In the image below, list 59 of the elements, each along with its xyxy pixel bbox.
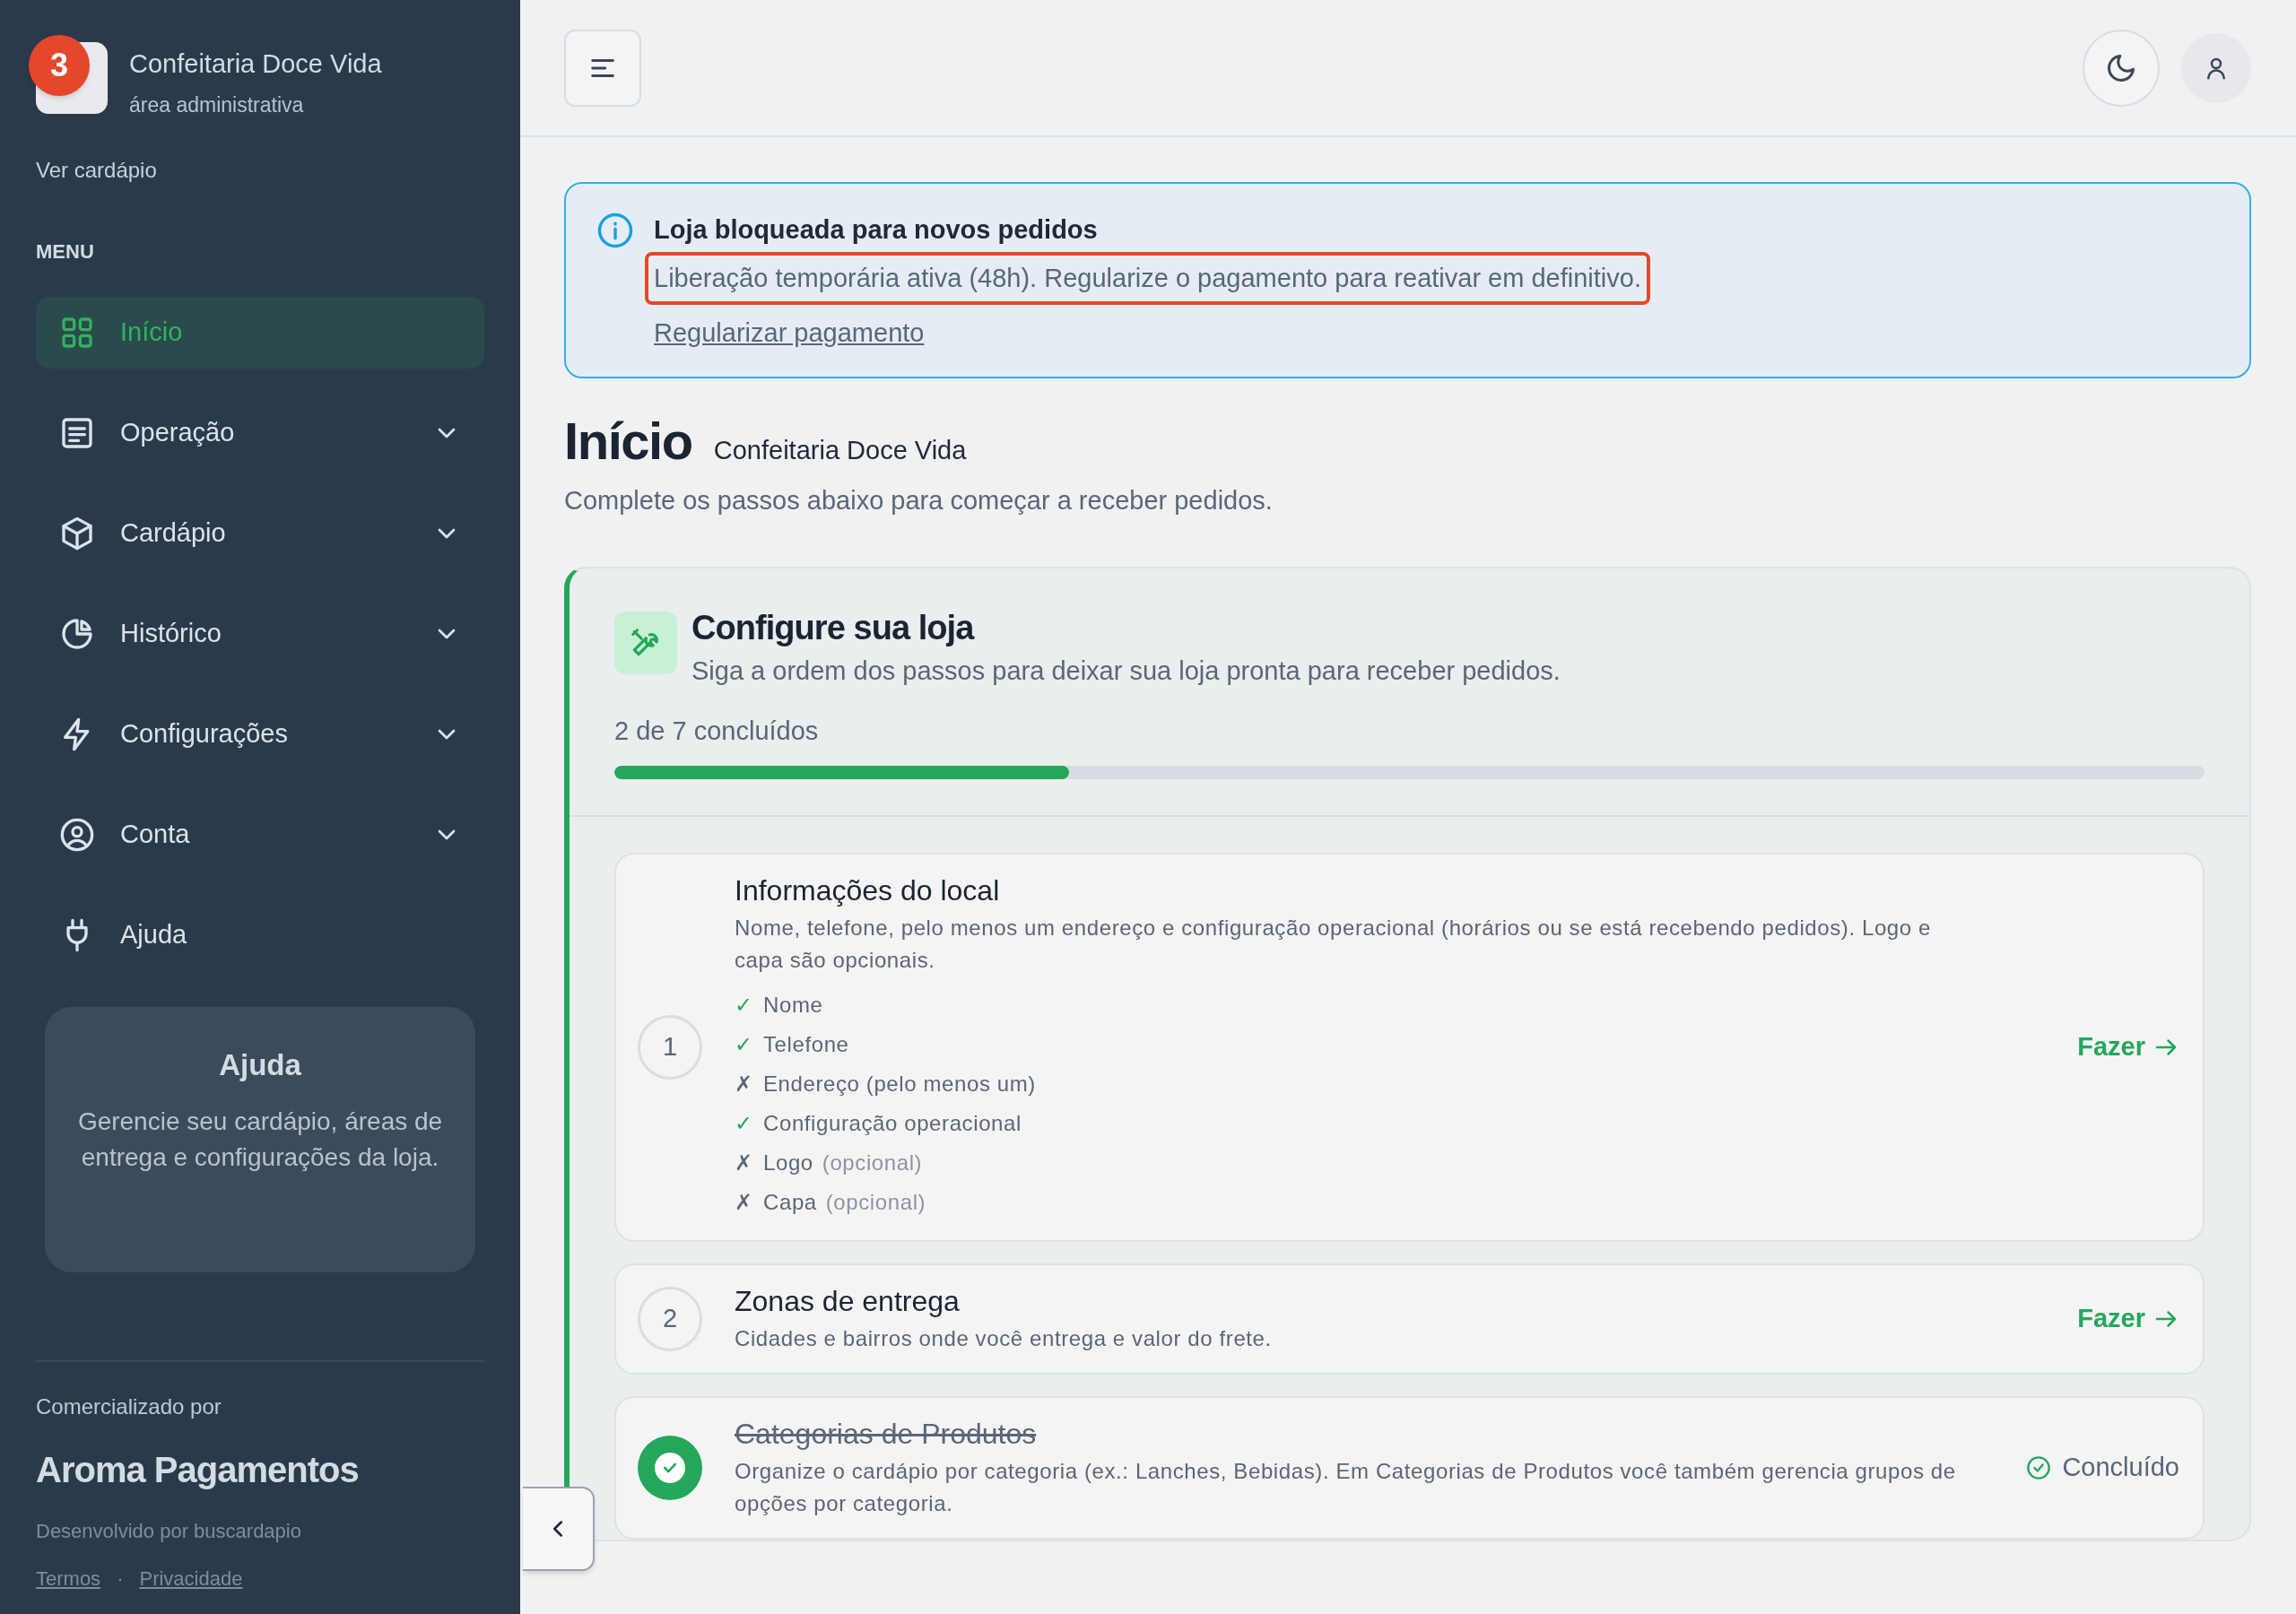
nav-item[interactable]: Operação <box>36 397 484 469</box>
checklist-item: Logo <box>763 1149 813 1176</box>
store-subtitle: área administrativa <box>129 91 305 118</box>
checklist-item: Nome <box>763 991 823 1019</box>
view-menu-link[interactable]: Ver cardápio <box>36 154 157 187</box>
checklist-item: Capa <box>763 1188 817 1216</box>
alert-message: Liberação temporária ativa (48h). Regularize o pagamento para reativar em definitivo. <box>645 251 1650 305</box>
nav-item[interactable]: Configurações <box>36 699 484 770</box>
help-text: Gerencie seu cardápio, áreas de entrega e configurações da loja. <box>76 1106 444 1173</box>
step-title: Zonas de entrega <box>735 1283 961 1319</box>
user-circle-icon <box>59 817 95 853</box>
optional-note: (opcional) <box>825 1188 926 1216</box>
step-description: Nome, telefone, pelo menos um endereço e configuração operacional (horários ou se está recebendo pedidos). Logo e capa são opcionais. <box>735 914 1932 974</box>
check-circle-icon <box>2026 1454 2052 1480</box>
page-subtitle: Complete os passos abaixo para começar a receber pedidos. <box>564 484 1274 516</box>
optional-note: (opcional) <box>822 1149 923 1176</box>
nav-item[interactable]: Conta <box>36 799 484 871</box>
step-title: Categorias de Produtos <box>735 1416 1038 1452</box>
check-mark: ✓ <box>735 991 751 1019</box>
separator-dot: · <box>117 1566 124 1592</box>
checklist-item: Configuração operacional <box>763 1109 1022 1137</box>
checklist-item: Telefone <box>763 1030 849 1058</box>
checklist-item: Endereço (pelo menos um) <box>763 1070 1036 1098</box>
page-title: Início <box>564 410 692 472</box>
menu-button[interactable] <box>564 29 641 107</box>
check-mark: ✗ <box>735 1188 751 1216</box>
footer-label: Comercializado por <box>36 1393 222 1420</box>
nav-item[interactable]: Ajuda <box>36 899 484 971</box>
step-description: Cidades e bairros onde você entrega e valor do frete. <box>735 1324 1273 1352</box>
pay-link[interactable]: Regularizar pagamento <box>654 314 925 353</box>
check-mark: ✓ <box>735 1030 751 1058</box>
done-label: Concluído <box>2062 1451 2179 1483</box>
company-name: Aroma Pagamentos <box>36 1449 360 1491</box>
annotation-badge: 3 <box>29 35 90 96</box>
grid-icon <box>59 315 95 351</box>
step-number: 1 <box>638 1014 702 1080</box>
store-name: Confeitaria Doce Vida <box>129 48 382 80</box>
check-icon <box>655 1452 685 1483</box>
setup-subtitle: Siga a ordem dos passos para deixar sua loja pronta para receber pedidos. <box>691 655 1561 687</box>
credit-text: Desenvolvido por buscardapio <box>36 1519 302 1544</box>
step-description: Organize o cardápio por categoria (ex.: Lanches, Bebidas). Em Categorias de Produtos você também gerencia grupos de opções por categoria. <box>735 1457 1957 1517</box>
progress-text: 2 de 7 concluídos <box>614 716 820 747</box>
step-number: 2 <box>638 1286 702 1351</box>
cube-icon <box>59 516 95 551</box>
check-mark: ✗ <box>735 1149 751 1176</box>
check-mark: ✗ <box>735 1070 751 1098</box>
help-title: Ajuda <box>219 1047 301 1083</box>
nav-item[interactable]: Cardápio <box>36 498 484 569</box>
info-icon <box>596 212 634 249</box>
alert-title: Loja bloqueada para novos pedidos <box>654 214 1098 246</box>
menu-heading: MENU <box>36 239 95 265</box>
nav-item[interactable]: Início <box>36 297 484 369</box>
setup-title: Configure sua loja <box>691 608 976 647</box>
step-title: Informações do local <box>735 872 1001 908</box>
nav-item[interactable]: Histórico <box>36 598 484 670</box>
store-name: Confeitaria Doce Vida <box>713 434 967 466</box>
pie-chart-icon <box>59 616 95 652</box>
document-icon <box>59 415 95 451</box>
check-mark: ✓ <box>735 1109 751 1137</box>
